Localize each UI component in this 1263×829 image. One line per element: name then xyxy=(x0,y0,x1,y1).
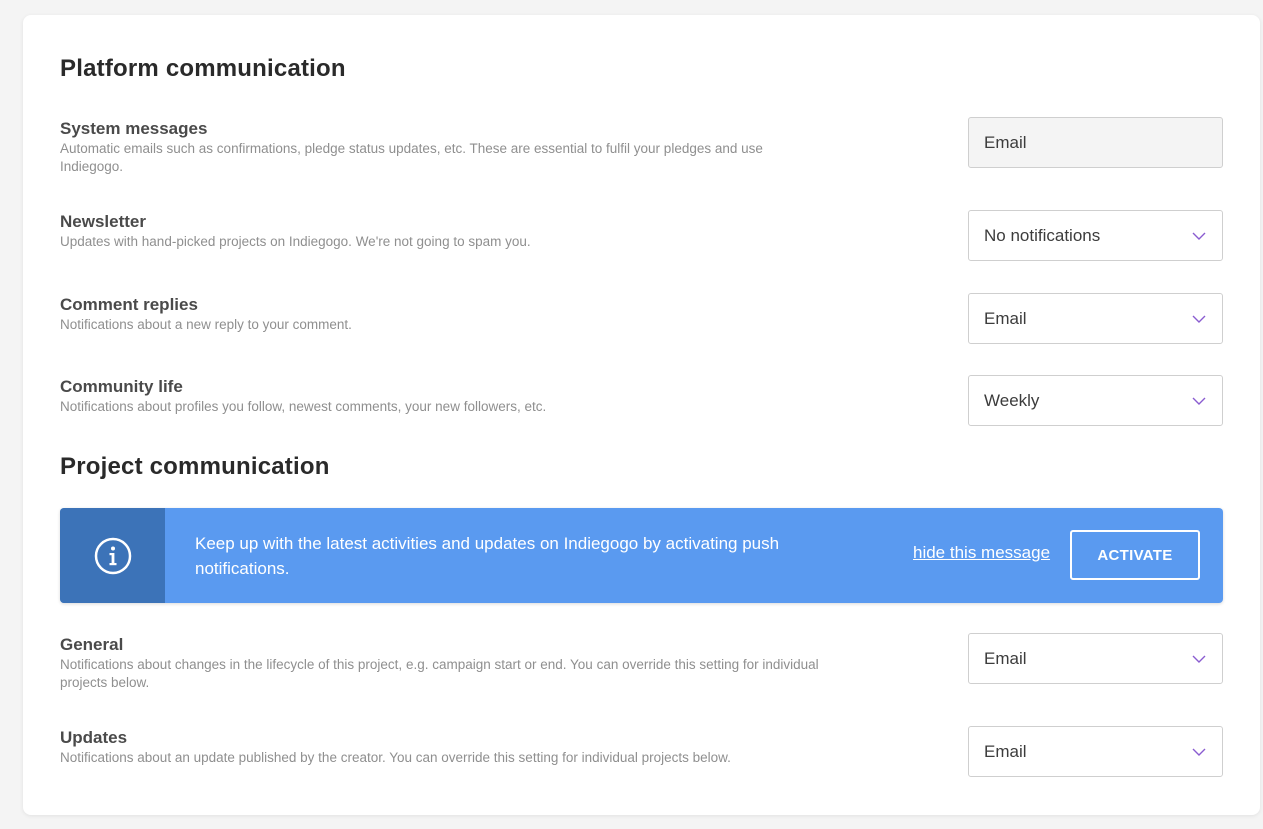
select-value: Weekly xyxy=(984,390,1040,410)
chevron-down-icon xyxy=(1192,232,1206,240)
setting-title: Newsletter xyxy=(60,212,146,231)
chevron-down-icon xyxy=(1192,748,1206,756)
push-notification-banner: Keep up with the latest activities and u… xyxy=(60,508,1223,603)
banner-message: Keep up with the latest activities and u… xyxy=(195,534,780,578)
setting-row-system-messages: System messages Automatic emails such as… xyxy=(60,117,1223,179)
chevron-down-icon xyxy=(1192,397,1206,405)
system-messages-select: Email xyxy=(968,117,1223,168)
setting-title: Updates xyxy=(60,728,128,747)
setting-row-general: General Notifications about changes in t… xyxy=(60,633,1223,695)
setting-title: Community life xyxy=(60,377,183,396)
setting-row-community-life: Community life Notifications about profi… xyxy=(60,375,1223,428)
comment-replies-select[interactable]: Email xyxy=(968,293,1223,344)
banner-icon-box xyxy=(60,508,165,603)
setting-description: Updates with hand-picked projects on Ind… xyxy=(60,234,531,249)
select-value: Email xyxy=(984,648,1027,668)
setting-description: Notifications about profiles you follow,… xyxy=(60,399,547,414)
setting-description: Notifications about an update published … xyxy=(60,750,731,765)
hide-message-link[interactable]: hide this message xyxy=(913,543,1050,563)
setting-row-updates: Updates Notifications about an update pu… xyxy=(60,726,1223,779)
activate-button[interactable]: ACTIVATE xyxy=(1070,530,1200,580)
settings-card: Platform communication System messages A… xyxy=(23,15,1260,815)
select-value: Email xyxy=(984,132,1027,152)
newsletter-select[interactable]: No notifications xyxy=(968,210,1223,261)
community-life-select[interactable]: Weekly xyxy=(968,375,1223,426)
setting-title: General xyxy=(60,635,124,654)
chevron-down-icon xyxy=(1192,315,1206,323)
setting-row-comment-replies: Comment replies Notifications about a ne… xyxy=(60,293,1223,346)
general-select[interactable]: Email xyxy=(968,633,1223,684)
select-value: Email xyxy=(984,308,1027,328)
select-value: Email xyxy=(984,741,1027,761)
setting-description: Notifications about changes in the lifec… xyxy=(60,657,819,690)
setting-title: Comment replies xyxy=(60,295,198,314)
setting-row-newsletter: Newsletter Updates with hand-picked proj… xyxy=(60,210,1223,263)
updates-select[interactable]: Email xyxy=(968,726,1223,777)
info-icon xyxy=(94,537,131,574)
setting-description: Automatic emails such as confirmations, … xyxy=(60,141,763,174)
project-communication-title: Project communication xyxy=(60,453,330,480)
platform-communication-title: Platform communication xyxy=(60,55,346,82)
setting-description: Notifications about a new reply to your … xyxy=(60,317,352,332)
chevron-down-icon xyxy=(1192,655,1206,663)
select-value: No notifications xyxy=(984,225,1101,245)
setting-title: System messages xyxy=(60,119,208,138)
